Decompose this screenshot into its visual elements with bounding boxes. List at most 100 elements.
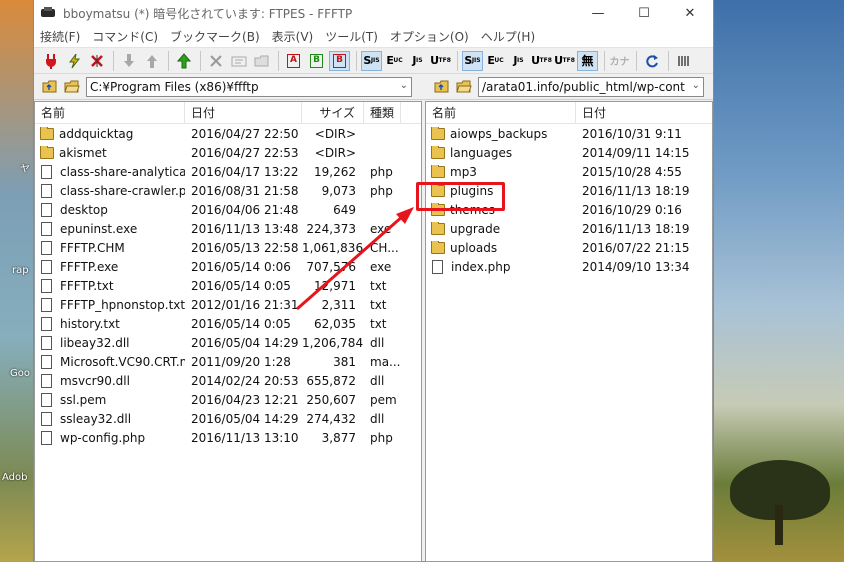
mirror-upload-button[interactable] [173, 51, 194, 71]
column-name[interactable]: 名前 [426, 102, 576, 124]
file-type: php [370, 183, 393, 198]
local-open-button[interactable] [62, 78, 82, 96]
table-row[interactable]: akismet 2016/04/27 22:53 <DIR> [35, 143, 421, 162]
remote-path-input[interactable]: /arata01.info/public_html/wp-cont ⌄ [478, 76, 704, 97]
desktop-label[interactable]: Goo [10, 368, 30, 379]
local-parent-button[interactable] [40, 78, 60, 96]
kana-button[interactable]: カナ [609, 51, 630, 71]
menu-tools[interactable]: ツール(T) [319, 28, 384, 45]
table-row[interactable]: ssleay32.dll 2016/05/04 14:29 274,432 dll [35, 409, 421, 428]
remote-file-list[interactable]: 名前 日付 aiowps_backups 2016/10/31 9:11 langu… [425, 101, 713, 562]
plug-connect-icon [45, 53, 56, 69]
table-row[interactable]: class-share-analytical.... 2016/04/17 13:… [35, 162, 421, 181]
refresh-button[interactable] [641, 51, 662, 71]
column-name[interactable]: 名前 [35, 102, 185, 124]
local-path-input[interactable]: C:¥Program Files (x86)¥ffftp ⌄ [86, 76, 412, 97]
file-name: msvcr90.dll [60, 373, 130, 388]
table-row[interactable]: wp-config.php 2016/11/13 13:10 3,877 php [35, 428, 421, 447]
chevron-down-icon[interactable]: ⌄ [400, 80, 408, 91]
table-row[interactable]: FFFTP.txt 2016/05/14 0:05 12,971 txt [35, 276, 421, 295]
disconnect-button[interactable] [86, 51, 107, 71]
mkdir-button[interactable] [251, 51, 272, 71]
table-row[interactable]: aiowps_backups 2016/10/31 9:11 [426, 124, 712, 143]
file-date: 2015/10/28 4:55 [582, 164, 682, 179]
remote-kanji-jis-button[interactable]: J IS [508, 51, 529, 71]
minimize-button[interactable]: — [575, 0, 621, 26]
table-row[interactable]: index.php 2014/09/10 13:34 [426, 257, 712, 276]
file-date: 2016/11/13 18:19 [582, 221, 690, 236]
menu-options[interactable]: オプション(O) [384, 28, 475, 45]
file-name: class-share-crawler.php [60, 183, 185, 198]
file-size: 2,311 [321, 297, 356, 312]
table-row[interactable]: FFFTP.exe 2016/05/14 0:06 707,576 exe [35, 257, 421, 276]
mode-binary-button[interactable]: B [306, 51, 327, 71]
table-row[interactable]: history.txt 2016/05/14 0:05 62,035 txt [35, 314, 421, 333]
table-row[interactable]: desktop 2016/04/06 21:48 649 [35, 200, 421, 219]
menu-view[interactable]: 表示(V) [266, 28, 320, 45]
column-type[interactable]: 種類 [364, 102, 401, 124]
remote-open-button[interactable] [454, 78, 474, 96]
file-name-cell: epuninst.exe [35, 221, 185, 236]
kanji-euc-button[interactable]: E UC [384, 51, 405, 71]
file-icon [432, 259, 443, 274]
table-row[interactable]: FFFTP_hpnonstop.txt 2012/01/16 21:31 2,311… [35, 295, 421, 314]
table-row[interactable]: libeay32.dll 2016/05/04 14:29 1,206,784 dll [35, 333, 421, 352]
chevron-down-icon[interactable]: ⌄ [692, 80, 700, 91]
local-list-header: 名前 日付 サイズ 種類 [35, 102, 421, 124]
remote-kanji-sjis-button[interactable]: S JIS [462, 50, 483, 71]
file-name: epuninst.exe [60, 221, 138, 236]
kanji-utf8-button[interactable]: U TF8 [430, 51, 451, 71]
file-size: 3,877 [321, 430, 356, 445]
download-button[interactable] [118, 51, 139, 71]
menu-command[interactable]: コマンド(C) [86, 28, 164, 45]
table-row[interactable]: addquicktag 2016/04/27 22:50 <DIR> [35, 124, 421, 143]
table-row[interactable]: class-share-crawler.php 2016/08/31 21:58 9… [35, 181, 421, 200]
connect-button[interactable] [40, 51, 61, 71]
column-date[interactable]: 日付 [185, 102, 302, 124]
list-view-button[interactable] [673, 51, 694, 71]
remote-kanji-euc-button[interactable]: E UC [485, 51, 506, 71]
menu-connect[interactable]: 接続(F) [34, 28, 86, 45]
menu-bookmark[interactable]: ブックマーク(B) [164, 28, 266, 45]
table-row[interactable]: languages 2014/09/11 14:15 [426, 143, 712, 162]
file-size: 1,206,784 [302, 335, 364, 350]
remote-kanji-utf8-button[interactable]: U TF8 [531, 51, 552, 71]
jis-sub: IS [416, 57, 423, 64]
table-row[interactable]: msvcr90.dll 2014/02/24 20:53 655,872 dll [35, 371, 421, 390]
ascii-mode-icon: A [287, 53, 300, 68]
title-bar[interactable]: bboymatsu (*) 暗号化されています: FTPES - FFFTP —… [34, 0, 713, 26]
kanji-none-button[interactable]: 無 [577, 50, 598, 71]
delete-button[interactable] [205, 51, 226, 71]
kanji-sjis-button[interactable]: S JIS [361, 50, 382, 71]
column-date[interactable]: 日付 [576, 102, 712, 124]
file-type: dll [370, 335, 385, 350]
local-file-list[interactable]: 名前 日付 サイズ 種類 addquicktag 2016/04/27 22:50… [34, 101, 422, 562]
maximize-button[interactable]: ☐ [621, 0, 667, 26]
table-row[interactable]: Microsoft.VC90.CRT.m... 2011/09/20 1:28 38… [35, 352, 421, 371]
table-row[interactable]: mp3 2015/10/28 4:55 [426, 162, 712, 181]
close-button[interactable]: ✕ [667, 0, 713, 26]
mode-ascii-button[interactable]: A [283, 51, 304, 71]
desktop-label[interactable]: rap [12, 265, 29, 276]
file-size: 707,576 [306, 259, 356, 274]
remote-kanji-utf8n-button[interactable]: U TF8 [554, 51, 575, 71]
folder-open-icon [456, 80, 472, 93]
file-date: 2016/04/06 21:48 [191, 202, 299, 217]
kanji-jis-button[interactable]: J IS [407, 51, 428, 71]
mode-auto-button[interactable]: B [329, 50, 350, 71]
table-row[interactable]: epuninst.exe 2016/11/13 13:48 224,373 exe [35, 219, 421, 238]
quick-connect-button[interactable] [63, 51, 84, 71]
remote-parent-button[interactable] [432, 78, 452, 96]
table-row[interactable]: ssl.pem 2016/04/23 12:21 250,607 pem [35, 390, 421, 409]
file-date: 2012/01/16 21:31 [191, 297, 299, 312]
table-row[interactable]: FFFTP.CHM 2016/05/13 22:58 1,061,836 CH... [35, 238, 421, 257]
rename-button[interactable] [228, 51, 249, 71]
binary-mode-icon: B [310, 53, 323, 68]
upload-button[interactable] [141, 51, 162, 71]
table-row[interactable]: upgrade 2016/11/13 18:19 [426, 219, 712, 238]
file-date: 2016/05/04 14:29 [191, 335, 299, 350]
column-size[interactable]: サイズ [302, 102, 364, 124]
table-row[interactable]: uploads 2016/07/22 21:15 [426, 238, 712, 257]
desktop-label[interactable]: Adob [2, 472, 27, 483]
menu-help[interactable]: ヘルプ(H) [475, 28, 541, 45]
